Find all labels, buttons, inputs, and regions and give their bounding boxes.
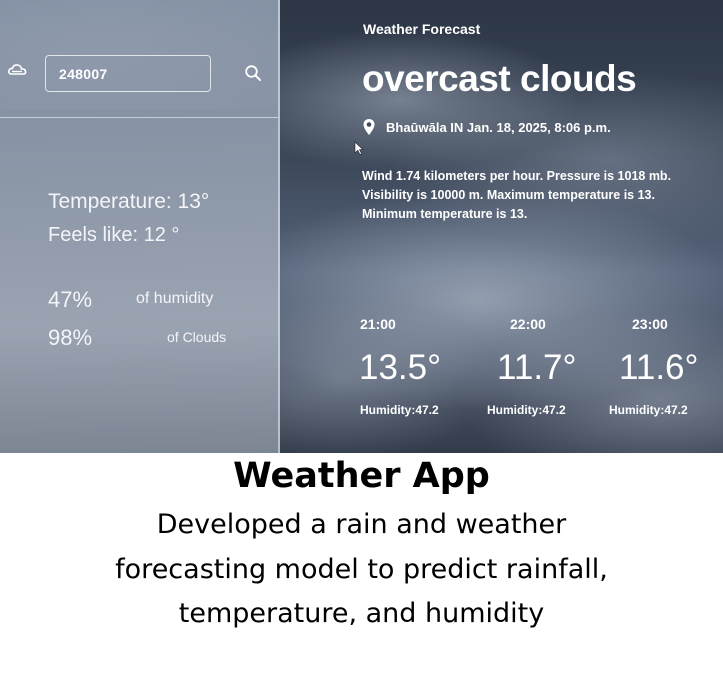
app-screenshot: 248007 Temperature: 13° Feels like: 12 °… — [0, 0, 723, 453]
details-line: Minimum temperature is 13. — [362, 207, 528, 221]
hourly-humidity: Humidity:47.2 — [360, 403, 439, 417]
hourly-temperature: 11.6° — [619, 348, 699, 387]
hourly-humidity: Humidity:47.2 — [609, 403, 688, 417]
weather-details: Wind 1.74 kilometers per hour. Pressure … — [362, 167, 671, 224]
details-line: Wind 1.74 kilometers per hour. Pressure … — [362, 169, 672, 183]
map-pin-icon — [363, 119, 375, 135]
app-title: Weather Forecast — [363, 21, 481, 37]
hourly-temperature: 11.7° — [497, 348, 577, 387]
cloud-icon — [8, 64, 27, 75]
clouds-label: of Clouds — [167, 329, 227, 345]
sidebar-panel: 248007 Temperature: 13° Feels like: 12 °… — [0, 0, 280, 453]
sidebar-shade — [0, 333, 280, 453]
sidebar-divider — [0, 117, 278, 118]
hourly-time: 23:00 — [632, 316, 668, 332]
search-input[interactable]: 248007 — [45, 55, 211, 92]
search-icon[interactable] — [244, 64, 262, 82]
humidity-label: of humidity — [136, 290, 214, 307]
humidity-value: 47% — [48, 287, 93, 312]
caption-title: Weather App — [233, 456, 490, 496]
caption-description: Developed a rain and weather forecasting… — [115, 509, 608, 629]
weather-condition: overcast clouds — [362, 58, 637, 99]
cursor-icon — [354, 141, 364, 155]
clouds-value: 98% — [48, 325, 93, 350]
details-line: Visibility is 10000 m. Maximum temperatu… — [362, 188, 655, 202]
temperature-text: Temperature: 13° — [48, 190, 210, 213]
hourly-temperature: 13.5° — [359, 348, 442, 387]
hourly-humidity: Humidity:47.2 — [487, 403, 566, 417]
feels-like-text: Feels like: 12 ° — [48, 224, 180, 246]
location-datetime: Bhaūwāla IN Jan. 18, 2025, 8:06 p.m. — [386, 120, 611, 135]
hourly-time: 22:00 — [510, 316, 546, 332]
search-input-value: 248007 — [59, 66, 108, 82]
hourly-time: 21:00 — [360, 316, 396, 332]
forecast-panel: Weather Forecast overcast clouds Bhaūwāl… — [280, 0, 723, 453]
